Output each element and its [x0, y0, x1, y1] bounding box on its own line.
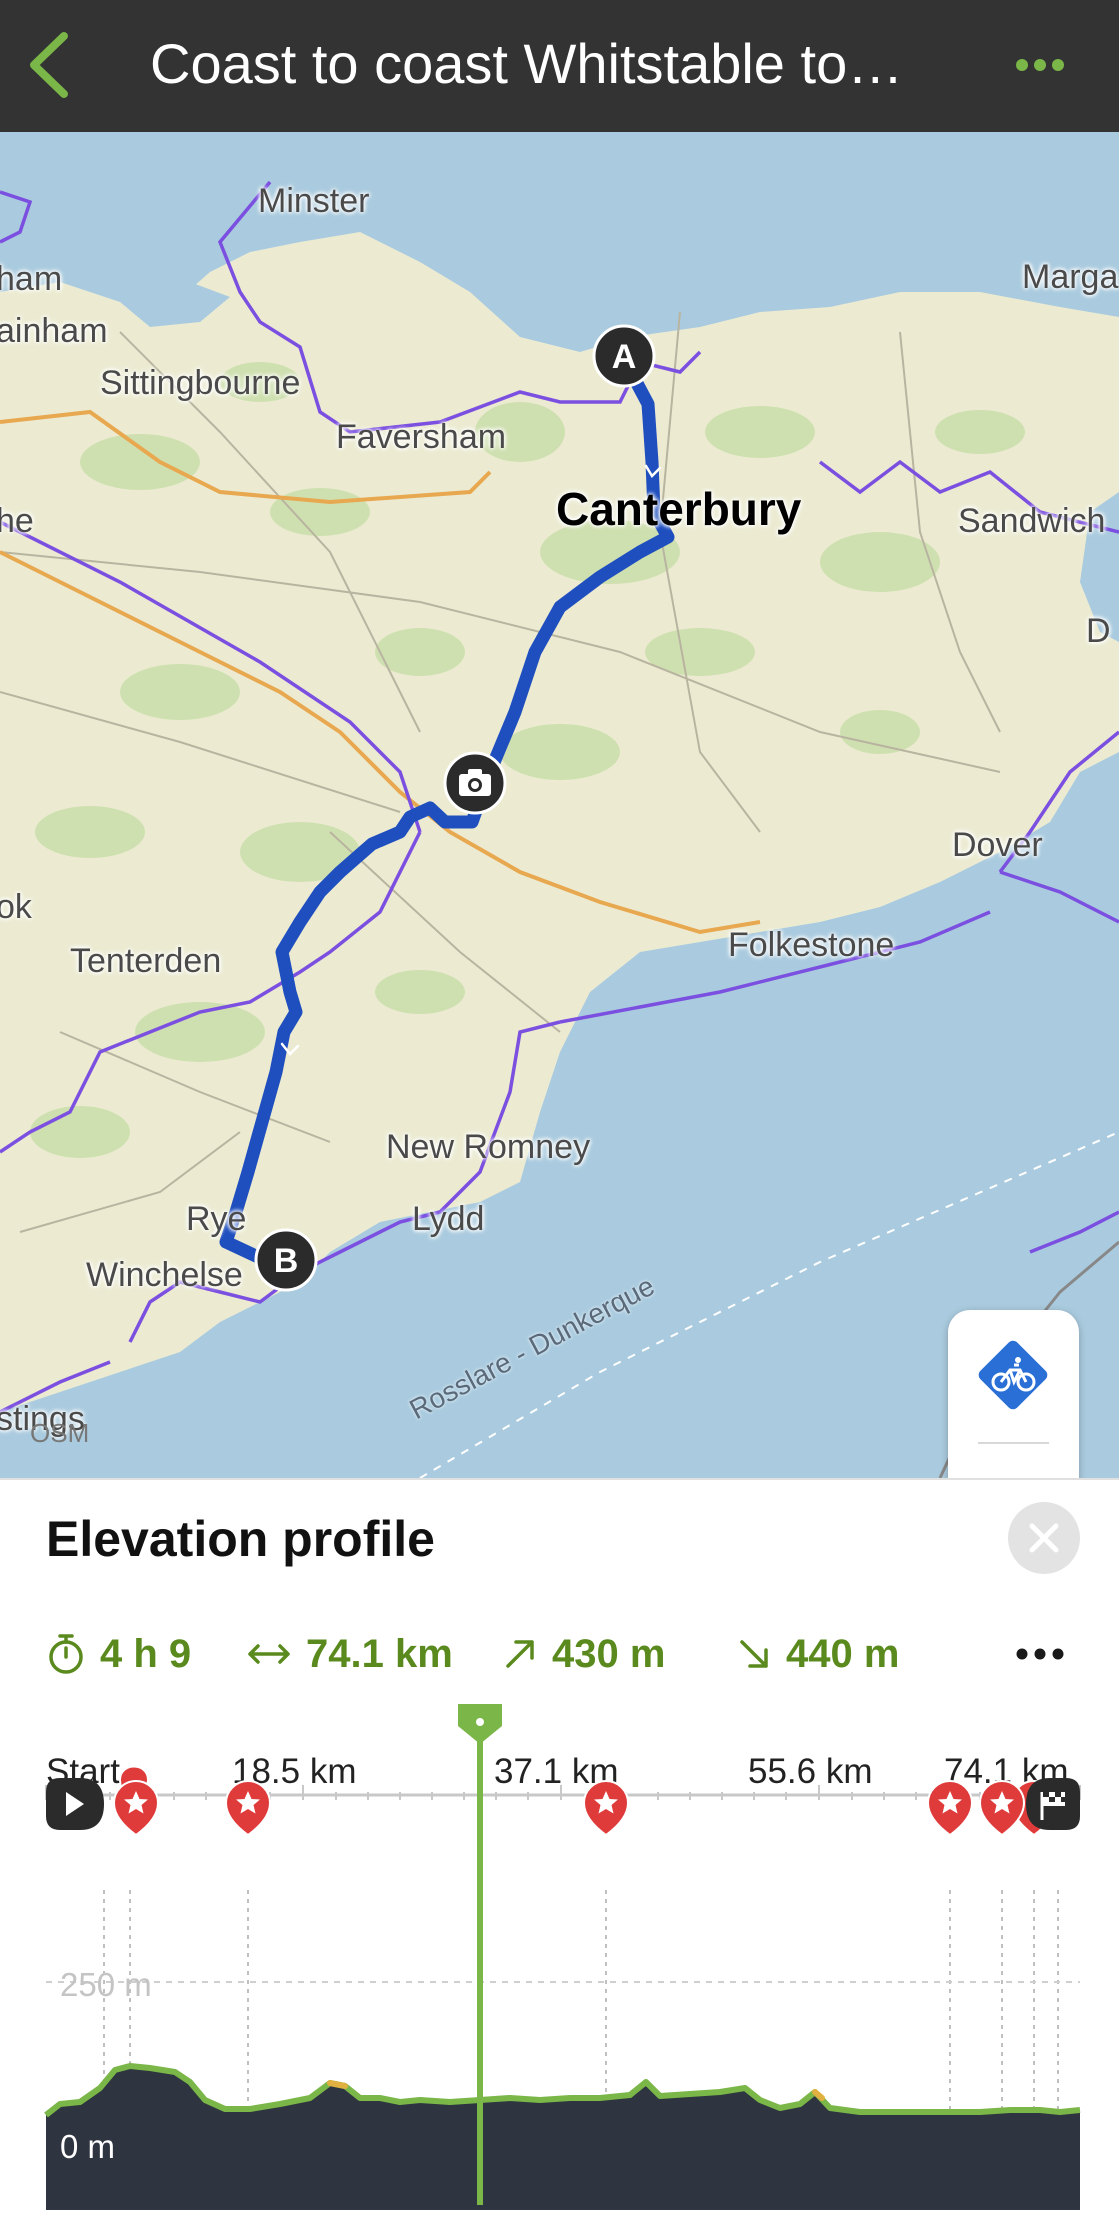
more-options-button[interactable] — [1010, 38, 1070, 92]
elevation-chart[interactable]: 250 m 0 m — [0, 1700, 1119, 2210]
map-label-faversham: Faversham — [336, 418, 507, 456]
stopwatch-icon — [49, 1634, 83, 1674]
map-label-sittingbourne: Sittingbourne — [100, 364, 301, 402]
stat-distance: 74.1 km — [246, 1626, 453, 1682]
elevation-area — [46, 2066, 1080, 2210]
elevation-title: Elevation profile — [46, 1511, 435, 1567]
elevation-sheet: Elevation profile 4 h 9 74.1 km 430 m 44… — [0, 1478, 1119, 2225]
map-label-he: he — [0, 502, 34, 540]
route-map[interactable]: A B Minster ham Marga ainham Sittingbour… — [0, 132, 1119, 1478]
stat-descent: 440 m — [736, 1626, 899, 1682]
navigation-arrow-icon — [948, 1456, 1079, 1478]
start-marker[interactable]: A — [590, 322, 658, 390]
locate-me-button[interactable] — [948, 1456, 1079, 1478]
map-label-d: D — [1086, 612, 1111, 650]
stat-descent-value: 440 m — [786, 1631, 900, 1676]
descent-arrow-icon — [740, 1640, 768, 1668]
map-attribution[interactable]: OSM — [30, 1418, 89, 1449]
stat-duration-value: 4 h 9 — [100, 1631, 192, 1676]
poi-markers — [112, 1780, 1058, 1837]
start-flag-marker — [46, 1778, 104, 1830]
map-label-minster: Minster — [258, 182, 370, 220]
top-bar: Coast to coast Whitstable to… — [0, 0, 1119, 132]
end-marker[interactable]: B — [252, 1226, 320, 1294]
map-label-dover: Dover — [952, 826, 1043, 864]
axis-ticks — [45, 1785, 1081, 1800]
map-label-sandwich: Sandwich — [958, 502, 1106, 540]
y-label-250m: 250 m — [60, 1966, 152, 2003]
map-label-rainham: ainham — [0, 312, 108, 350]
map-label-ham: ham — [0, 260, 63, 298]
map-label-margate: Marga — [1022, 258, 1119, 296]
distance-arrows-icon — [248, 1644, 290, 1664]
stat-duration: 4 h 9 — [46, 1626, 191, 1682]
map-label-lydd: Lydd — [412, 1200, 485, 1238]
end-marker-label: B — [274, 1242, 299, 1280]
photo-marker[interactable] — [442, 750, 508, 816]
stat-ascent: 430 m — [502, 1626, 665, 1682]
route-type-button[interactable] — [948, 1320, 1079, 1430]
y-label-0m: 0 m — [60, 2128, 115, 2165]
stat-distance-value: 74.1 km — [306, 1631, 453, 1676]
finish-flag-marker — [1026, 1778, 1080, 1830]
route-title: Coast to coast Whitstable to… — [150, 32, 904, 95]
stat-ascent-value: 430 m — [552, 1631, 666, 1676]
map-label-canterbury: Canterbury — [556, 483, 802, 535]
bicycle-icon — [978, 1340, 1048, 1410]
chevron-left-icon — [30, 32, 68, 98]
map-label-tenterden: Tenterden — [70, 942, 222, 980]
map-label-ok: ok — [0, 888, 32, 926]
ascent-arrow-icon — [506, 1640, 534, 1668]
map-label-rye: Rye — [186, 1200, 247, 1238]
controls-divider — [978, 1442, 1049, 1444]
more-horizontal-icon — [1016, 1648, 1064, 1660]
more-horizontal-icon — [1016, 59, 1064, 71]
close-icon — [1029, 1523, 1059, 1553]
stats-more-button[interactable] — [1010, 1632, 1070, 1676]
map-label-new-romney: New Romney — [386, 1128, 591, 1166]
map-controls — [948, 1310, 1079, 1478]
start-marker-label: A — [612, 338, 637, 376]
close-button[interactable] — [1008, 1502, 1080, 1574]
map-label-winchelsea: Winchelse — [86, 1256, 243, 1294]
map-label-folkestone: Folkestone — [728, 926, 895, 964]
back-button[interactable] — [22, 30, 82, 100]
